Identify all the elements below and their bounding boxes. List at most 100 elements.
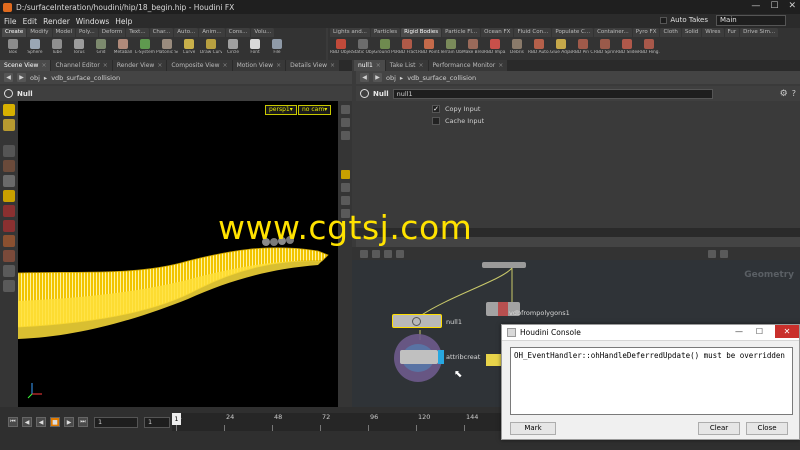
shelf-tab[interactable]: Create: [2, 28, 27, 37]
vis-tool-icon[interactable]: [3, 220, 15, 232]
pane-tab[interactable]: Render View ×: [112, 60, 167, 71]
shelf-tool-button[interactable]: Make Brea...: [462, 37, 484, 60]
console-close-icon[interactable]: ✕: [775, 325, 799, 338]
shelf-tab[interactable]: Ocean FX: [481, 28, 514, 37]
shelf-tab[interactable]: Volu...: [251, 28, 275, 37]
pane-tab[interactable]: Take List ×: [385, 60, 428, 71]
attribcreate-node[interactable]: [400, 350, 444, 364]
shelf-tool-button[interactable]: RBD Slider...: [616, 37, 638, 60]
shelf-tool-button[interactable]: RBD Pin C...: [572, 37, 594, 60]
shelf-tab[interactable]: Anim...: [199, 28, 225, 37]
tree-icon[interactable]: [372, 249, 380, 258]
shelf-tab[interactable]: Container...: [594, 28, 632, 37]
shelf-tab[interactable]: Fur: [724, 28, 740, 37]
stop-icon[interactable]: ■: [50, 417, 60, 427]
shelf-tool-button[interactable]: RBD Hing...: [638, 37, 660, 60]
shelf-tool-button[interactable]: Sphere: [24, 37, 46, 60]
path-node[interactable]: vdb_surface_collision: [407, 74, 476, 82]
shelf-tab[interactable]: Cloth: [660, 28, 681, 37]
shelf-tool-button[interactable]: Circle: [222, 37, 244, 60]
shelf-tool-button[interactable]: RBD Point...: [418, 37, 440, 60]
close-tab-icon[interactable]: ×: [498, 60, 503, 71]
close-tab-icon[interactable]: ×: [276, 60, 281, 71]
forward-icon[interactable]: ▶: [373, 73, 382, 82]
close-tab-icon[interactable]: ×: [223, 60, 228, 71]
shelf-tool-button[interactable]: Terrain Ob...: [440, 37, 462, 60]
console-maximize-button[interactable]: ☐: [756, 327, 763, 336]
shelf-tab[interactable]: Rigid Bodies: [401, 28, 442, 37]
pane-tab[interactable]: Motion View ×: [232, 60, 286, 71]
path-node[interactable]: vdb_surface_collision: [51, 74, 120, 82]
step-back-icon[interactable]: ◀: [22, 417, 32, 427]
shelf-tab[interactable]: Poly...: [76, 28, 98, 37]
shelf-tool-button[interactable]: Debris: [506, 37, 528, 60]
shelf-tab[interactable]: Particle Fl...: [442, 28, 481, 37]
ghost-tool-icon[interactable]: [3, 205, 15, 217]
close-tab-icon[interactable]: ×: [41, 60, 46, 71]
brush-tool-icon[interactable]: [3, 190, 15, 202]
console-minimize-button[interactable]: —: [735, 327, 743, 336]
menu-help[interactable]: Help: [115, 17, 132, 26]
desktop-select[interactable]: Main: [716, 15, 786, 26]
snap-icon[interactable]: [340, 196, 350, 205]
shelf-tab[interactable]: Particles: [370, 28, 401, 37]
cache-input-checkbox[interactable]: [432, 117, 440, 125]
minimize-button[interactable]: —: [751, 1, 760, 11]
path-root[interactable]: obj: [386, 74, 396, 82]
pane-tab[interactable]: Details View ×: [286, 60, 340, 71]
close-window-button[interactable]: ✕: [788, 1, 796, 11]
shelf-tab[interactable]: Lights and...: [330, 28, 370, 37]
pane-tab[interactable]: Performance Monitor ×: [428, 60, 508, 71]
shelf-tab[interactable]: Drive Sim...: [740, 28, 779, 37]
transform-tool-icon[interactable]: [3, 119, 15, 131]
shelf-tab[interactable]: Pyro FX: [632, 28, 660, 37]
current-frame-field[interactable]: 1: [94, 417, 138, 428]
play-icon[interactable]: ▶: [64, 417, 74, 427]
shelf-tool-button[interactable]: Curve: [178, 37, 200, 60]
shelf-tool-button[interactable]: L-System: [134, 37, 156, 60]
auto-takes-checkbox[interactable]: [660, 16, 668, 24]
maximize-button[interactable]: ☐: [770, 1, 778, 11]
settings-icon[interactable]: [720, 249, 728, 258]
shelf-tool-button[interactable]: Box: [2, 37, 24, 60]
pane-tab[interactable]: null1 ×: [354, 60, 385, 71]
shelf-tab[interactable]: Populate C...: [552, 28, 594, 37]
shelf-tool-button[interactable]: Platonic So...: [156, 37, 178, 60]
scene-viewport[interactable]: persp1▾ no cam▾: [18, 101, 338, 407]
light-tool-icon[interactable]: [3, 250, 15, 262]
shelf-tab[interactable]: Deform: [98, 28, 126, 37]
play-reverse-icon[interactable]: ◀: [36, 417, 46, 427]
display-icon[interactable]: [708, 249, 716, 258]
shelf-tab[interactable]: Modify: [27, 28, 52, 37]
shelf-tool-button[interactable]: RBD Auto...: [528, 37, 550, 60]
shelf-tool-button[interactable]: Ground Plane: [374, 37, 396, 60]
forward-icon[interactable]: ▶: [17, 73, 26, 82]
layout-icon[interactable]: [396, 249, 404, 258]
wireframe-icon[interactable]: [340, 118, 350, 127]
back-icon[interactable]: ◀: [360, 73, 369, 82]
frame-ruler[interactable]: 1 24 48 72 96 120 144: [172, 413, 502, 431]
menu-edit[interactable]: Edit: [23, 17, 38, 26]
shelf-tool-button[interactable]: Grid: [90, 37, 112, 60]
close-tab-icon[interactable]: ×: [419, 60, 424, 71]
close-tab-icon[interactable]: ×: [330, 60, 335, 71]
close-button[interactable]: Close: [746, 422, 788, 435]
shelf-tool-button[interactable]: File: [266, 37, 288, 60]
jump-end-icon[interactable]: ⏭: [78, 417, 88, 427]
shelf-tab[interactable]: Auto...: [174, 28, 199, 37]
shelf-tool-button[interactable]: RBD Spring...: [594, 37, 616, 60]
node-name-field[interactable]: null1: [392, 88, 713, 99]
pane-tab[interactable]: Scene View ×: [0, 60, 51, 71]
help-icon[interactable]: ?: [792, 89, 796, 98]
menu-file[interactable]: File: [4, 17, 17, 26]
camera-tool-icon[interactable]: [3, 280, 15, 292]
select-tool-icon[interactable]: [3, 104, 15, 116]
jump-start-icon[interactable]: ⏮: [8, 417, 18, 427]
back-icon[interactable]: ◀: [4, 73, 13, 82]
gear-icon[interactable]: ⚙: [780, 89, 788, 99]
path-root[interactable]: obj: [30, 74, 40, 82]
shelf-tab[interactable]: Text...: [126, 28, 149, 37]
start-frame-field[interactable]: 1: [144, 417, 170, 428]
auto-takes-toggle[interactable]: Auto Takes: [660, 16, 708, 24]
close-tab-icon[interactable]: ×: [157, 60, 162, 71]
